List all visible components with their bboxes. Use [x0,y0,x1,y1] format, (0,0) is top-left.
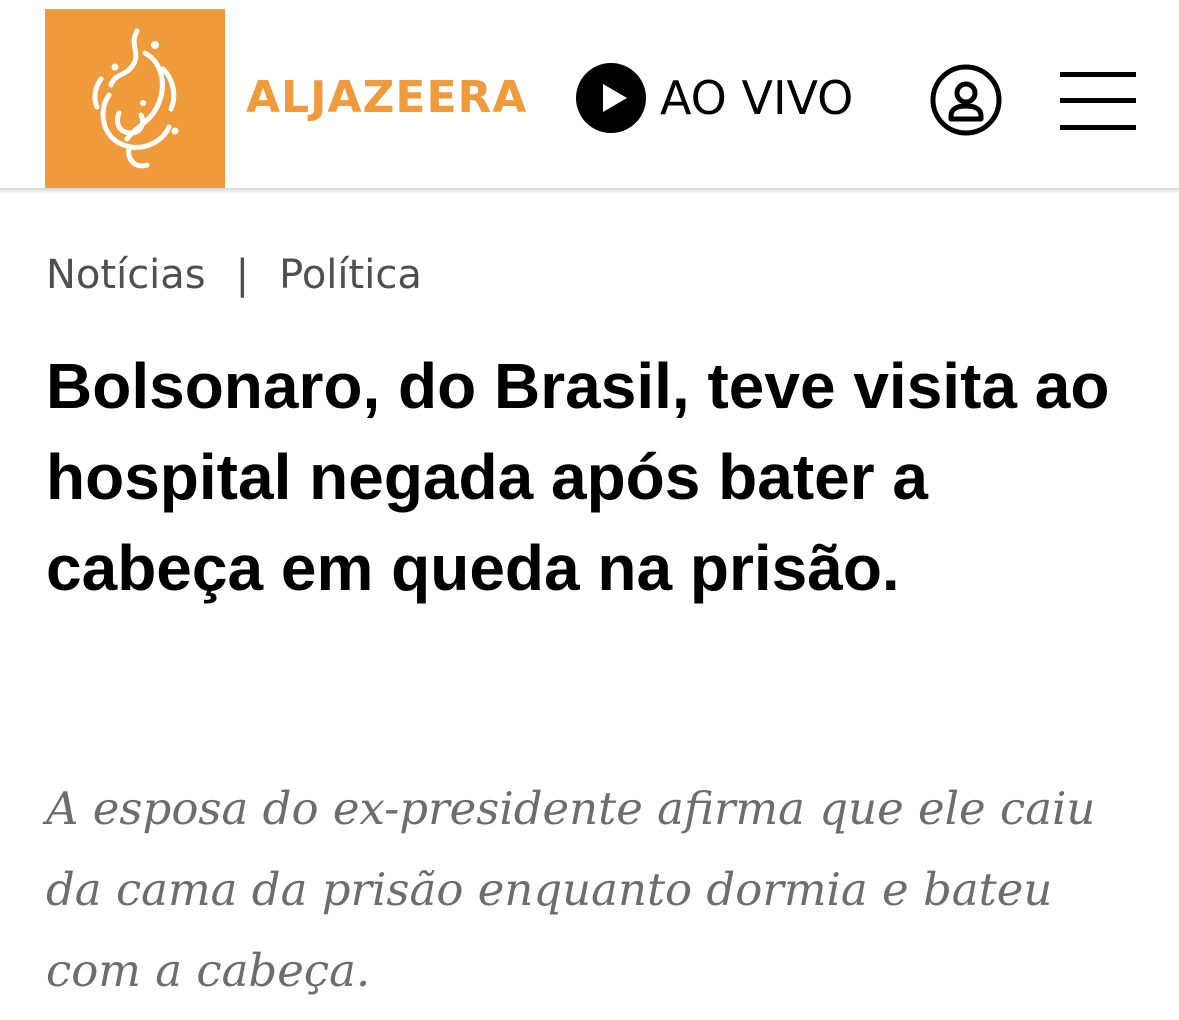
user-account-icon [930,64,1002,136]
breadcrumb: Notícias | Política [46,248,422,302]
hamburger-menu-icon[interactable] [1060,72,1136,130]
header-divider [0,188,1179,194]
menu-bar [1060,98,1136,103]
breadcrumb-item-noticias[interactable]: Notícias [46,252,206,298]
aljazeera-calligraphy-logo-icon [92,28,179,169]
live-label: AO VIVO [660,71,854,125]
site-header: ALJAZEERA AO VIVO [0,0,1179,188]
breadcrumb-item-politica[interactable]: Política [279,252,422,298]
article-subheadline: A esposa do ex-presidente afirma que ele… [46,782,1096,997]
logo[interactable] [45,9,225,188]
menu-bar [1060,72,1136,77]
menu-bar [1060,125,1136,130]
breadcrumb-separator: | [235,252,250,298]
play-icon [576,63,646,133]
article-headline: Bolsonaro, do Brasil, teve visita ao hos… [46,350,1110,604]
aljazeera-wordmark[interactable]: ALJAZEERA [246,70,527,126]
account-button[interactable] [929,63,1003,137]
live-button[interactable]: AO VIVO [576,63,876,135]
